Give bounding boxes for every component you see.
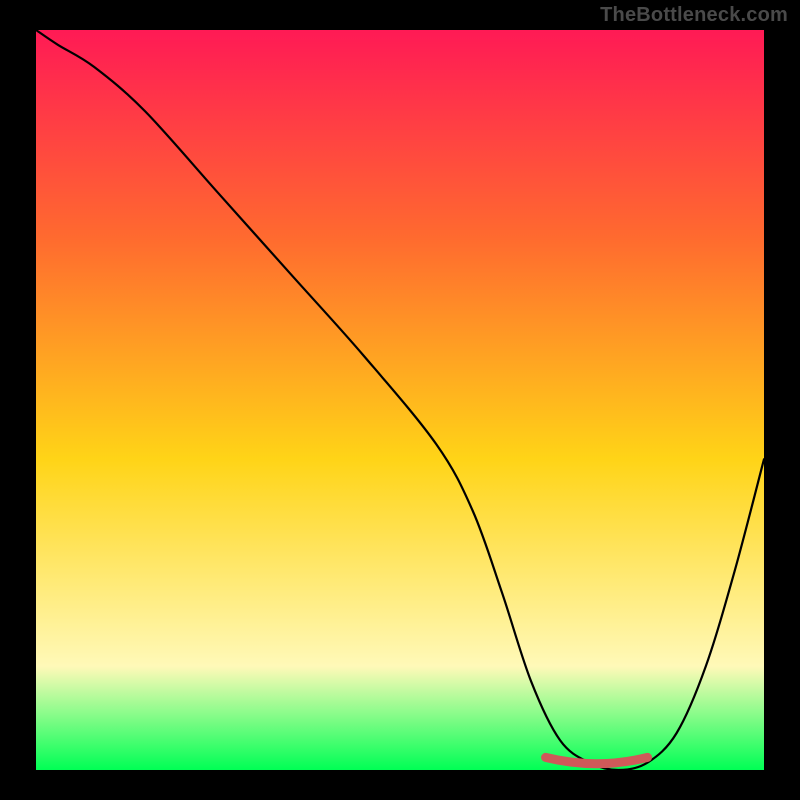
attribution-label: TheBottleneck.com	[600, 4, 788, 27]
bottleneck-chart	[0, 0, 800, 800]
chart-frame: TheBottleneck.com	[0, 0, 800, 800]
